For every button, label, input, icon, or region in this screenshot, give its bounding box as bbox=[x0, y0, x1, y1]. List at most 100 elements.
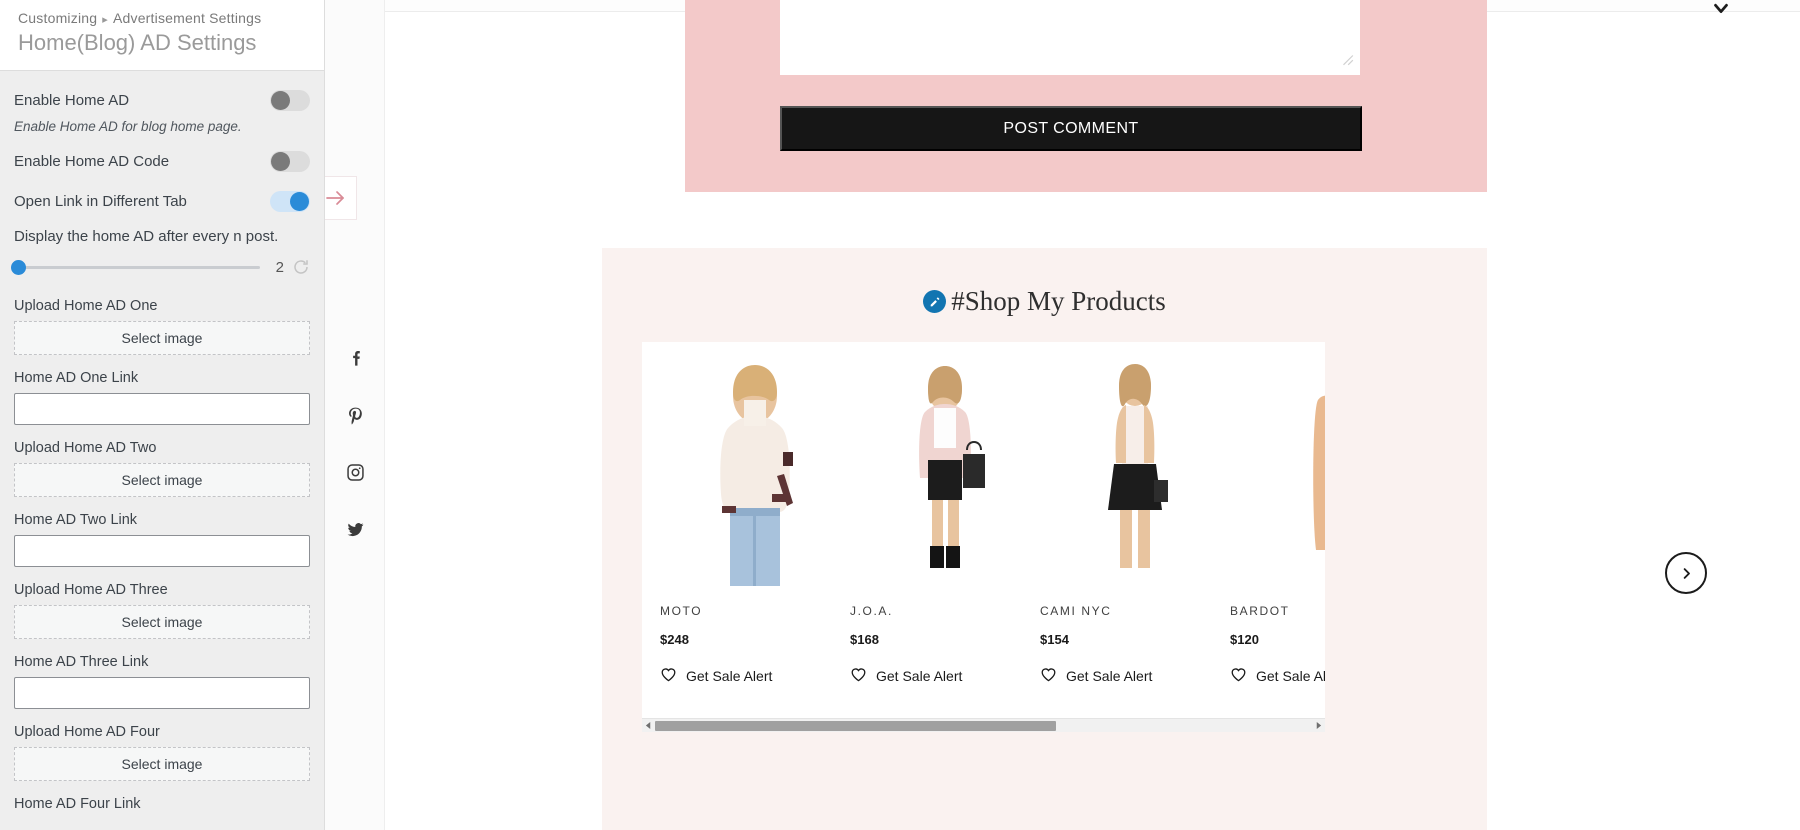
product-card[interactable]: J.O.A. $168 Get Sale Alert bbox=[832, 342, 1022, 696]
product-brand: MOTO bbox=[660, 604, 703, 618]
toggle-knob bbox=[290, 191, 309, 211]
customizer-sidebar: Customizing ▸ Advertisement Settings Home(… bbox=[0, 0, 325, 830]
product-image[interactable] bbox=[660, 356, 814, 592]
chevron-down-icon[interactable] bbox=[1710, 0, 1732, 19]
control-label: Open Link in Different Tab bbox=[14, 192, 187, 210]
product-brand: J.O.A. bbox=[850, 604, 893, 618]
section-divider bbox=[602, 192, 1487, 198]
select-image-button-three[interactable]: Select image bbox=[14, 605, 310, 639]
link-label-three: Home AD Three Link bbox=[14, 654, 149, 670]
facebook-icon[interactable] bbox=[325, 330, 385, 387]
link-label-one: Home AD One Link bbox=[14, 370, 139, 386]
upload-label-four: Upload Home AD Four bbox=[14, 724, 160, 740]
home-ad-three-link-input[interactable] bbox=[14, 677, 310, 709]
pinterest-icon[interactable] bbox=[325, 387, 385, 444]
slider-label: Display the home AD after every n post. bbox=[14, 228, 279, 245]
control-enable-home-ad: Enable Home AD Enable Home AD for blog h… bbox=[14, 87, 310, 134]
slider-row: 2 bbox=[11, 258, 310, 276]
instagram-icon[interactable] bbox=[325, 444, 385, 501]
slider-value: 2 bbox=[275, 258, 284, 276]
get-sale-alert-button[interactable]: Get Sale Alert bbox=[1230, 667, 1325, 685]
product-price: $120 bbox=[1230, 632, 1259, 647]
product-card[interactable]: BARDOT $120 Get Sale Alert bbox=[1212, 342, 1325, 696]
get-sale-alert-button[interactable]: Get Sale Alert bbox=[1040, 667, 1194, 685]
control-open-link-different-tab: Open Link in Different Tab bbox=[14, 188, 310, 214]
group-home-ad-three: Upload Home AD Three Select image bbox=[14, 582, 310, 639]
social-side-rail bbox=[325, 0, 385, 830]
home-ad-two-link-input[interactable] bbox=[14, 535, 310, 567]
toggle-enable-home-ad-code[interactable] bbox=[270, 150, 310, 172]
sale-alert-label: Get Sale Alert bbox=[1066, 668, 1153, 684]
product-brand: BARDOT bbox=[1230, 604, 1290, 618]
frequency-slider[interactable] bbox=[11, 259, 260, 275]
link-label-two: Home AD Two Link bbox=[14, 512, 138, 528]
scroll-right-arrow-icon[interactable] bbox=[1312, 719, 1325, 732]
get-sale-alert-button[interactable]: Get Sale Alert bbox=[850, 667, 1004, 685]
group-home-ad-four-link: Home AD Four Link bbox=[14, 796, 310, 812]
product-card[interactable]: MOTO $248 Get Sale Alert bbox=[642, 342, 832, 696]
toggle-knob bbox=[271, 90, 290, 110]
heart-outline-icon bbox=[660, 667, 677, 685]
twitter-icon[interactable] bbox=[325, 501, 385, 558]
carousel-track: MOTO $248 Get Sale Alert J.O.A. $168 Get… bbox=[642, 342, 1325, 696]
shop-heading-row: #Shop My Products bbox=[602, 286, 1487, 317]
group-home-ad-two-link: Home AD Two Link bbox=[14, 512, 310, 567]
page-title: Home(Blog) AD Settings bbox=[18, 30, 257, 55]
group-home-ad-two: Upload Home AD Two Select image bbox=[14, 440, 310, 497]
social-links bbox=[325, 330, 385, 558]
scroll-forward-button[interactable] bbox=[325, 176, 357, 220]
scrollbar-thumb[interactable] bbox=[655, 720, 1056, 731]
comment-textarea[interactable] bbox=[780, 0, 1360, 75]
screen-root: Customizing ▸ Advertisement Settings Home(… bbox=[0, 0, 1800, 830]
comment-form-card: POST COMMENT bbox=[685, 0, 1487, 192]
shop-my-products-section: #Shop My Products MOTO $248 Get Sale Ale… bbox=[602, 248, 1487, 830]
product-price: $154 bbox=[1040, 632, 1069, 647]
breadcrumb-parent[interactable]: Customizing bbox=[18, 10, 97, 26]
sale-alert-label: Get Sale Alert bbox=[876, 668, 963, 684]
product-price: $248 bbox=[660, 632, 689, 647]
breadcrumb-separator-icon: ▸ bbox=[102, 14, 108, 26]
group-home-ad-three-link: Home AD Three Link bbox=[14, 654, 310, 709]
site-preview: POST COMMENT #Shop My Products MOTO $248… bbox=[325, 0, 1800, 830]
upload-label-two: Upload Home AD Two bbox=[14, 440, 157, 456]
product-image[interactable] bbox=[850, 356, 1004, 592]
select-image-button-four[interactable]: Select image bbox=[14, 747, 310, 781]
group-home-ad-one: Upload Home AD One Select image bbox=[14, 298, 310, 355]
product-image[interactable] bbox=[1230, 356, 1325, 592]
product-carousel[interactable]: MOTO $248 Get Sale Alert J.O.A. $168 Get… bbox=[642, 342, 1325, 722]
post-comment-button[interactable]: POST COMMENT bbox=[780, 106, 1362, 151]
heart-outline-icon bbox=[850, 667, 867, 685]
select-image-button-one[interactable]: Select image bbox=[14, 321, 310, 355]
toggle-open-link-different-tab[interactable] bbox=[270, 190, 310, 212]
customizer-header: Customizing ▸ Advertisement Settings Home(… bbox=[0, 0, 324, 71]
carousel-scrollbar[interactable] bbox=[642, 718, 1325, 732]
pencil-edit-icon[interactable] bbox=[923, 290, 947, 313]
link-label-four: Home AD Four Link bbox=[14, 796, 141, 812]
select-image-button-two[interactable]: Select image bbox=[14, 463, 310, 497]
reset-icon[interactable] bbox=[292, 258, 310, 276]
control-description: Enable Home AD for blog home page. bbox=[14, 119, 242, 134]
sale-alert-label: Get Sale Alert bbox=[686, 668, 773, 684]
product-price: $168 bbox=[850, 632, 879, 647]
group-home-ad-one-link: Home AD One Link bbox=[14, 370, 310, 425]
product-card[interactable]: CAMI NYC $154 Get Sale Alert bbox=[1022, 342, 1212, 696]
breadcrumb-current: Advertisement Settings bbox=[112, 10, 262, 26]
textarea-resize-handle[interactable] bbox=[1340, 52, 1354, 66]
carousel-next-button[interactable] bbox=[1665, 552, 1707, 594]
upload-label-one: Upload Home AD One bbox=[14, 298, 158, 314]
product-image[interactable] bbox=[1040, 356, 1194, 592]
control-label: Enable Home AD Code bbox=[14, 152, 170, 170]
control-label: Enable Home AD bbox=[14, 91, 130, 109]
control-display-frequency: Display the home AD after every n post. … bbox=[11, 228, 310, 276]
scroll-left-arrow-icon[interactable] bbox=[642, 719, 655, 732]
customizer-controls: Enable Home AD Enable Home AD for blog h… bbox=[0, 71, 324, 812]
home-ad-one-link-input[interactable] bbox=[14, 393, 310, 425]
breadcrumb: Customizing ▸ Advertisement Settings bbox=[18, 10, 306, 26]
slider-handle[interactable] bbox=[11, 259, 26, 275]
toggle-knob bbox=[271, 151, 290, 171]
control-enable-home-ad-code: Enable Home AD Code bbox=[14, 148, 310, 174]
get-sale-alert-button[interactable]: Get Sale Alert bbox=[660, 667, 814, 685]
toggle-enable-home-ad[interactable] bbox=[270, 89, 310, 111]
product-brand: CAMI NYC bbox=[1040, 604, 1112, 618]
scrollbar-rail[interactable] bbox=[655, 720, 1312, 732]
